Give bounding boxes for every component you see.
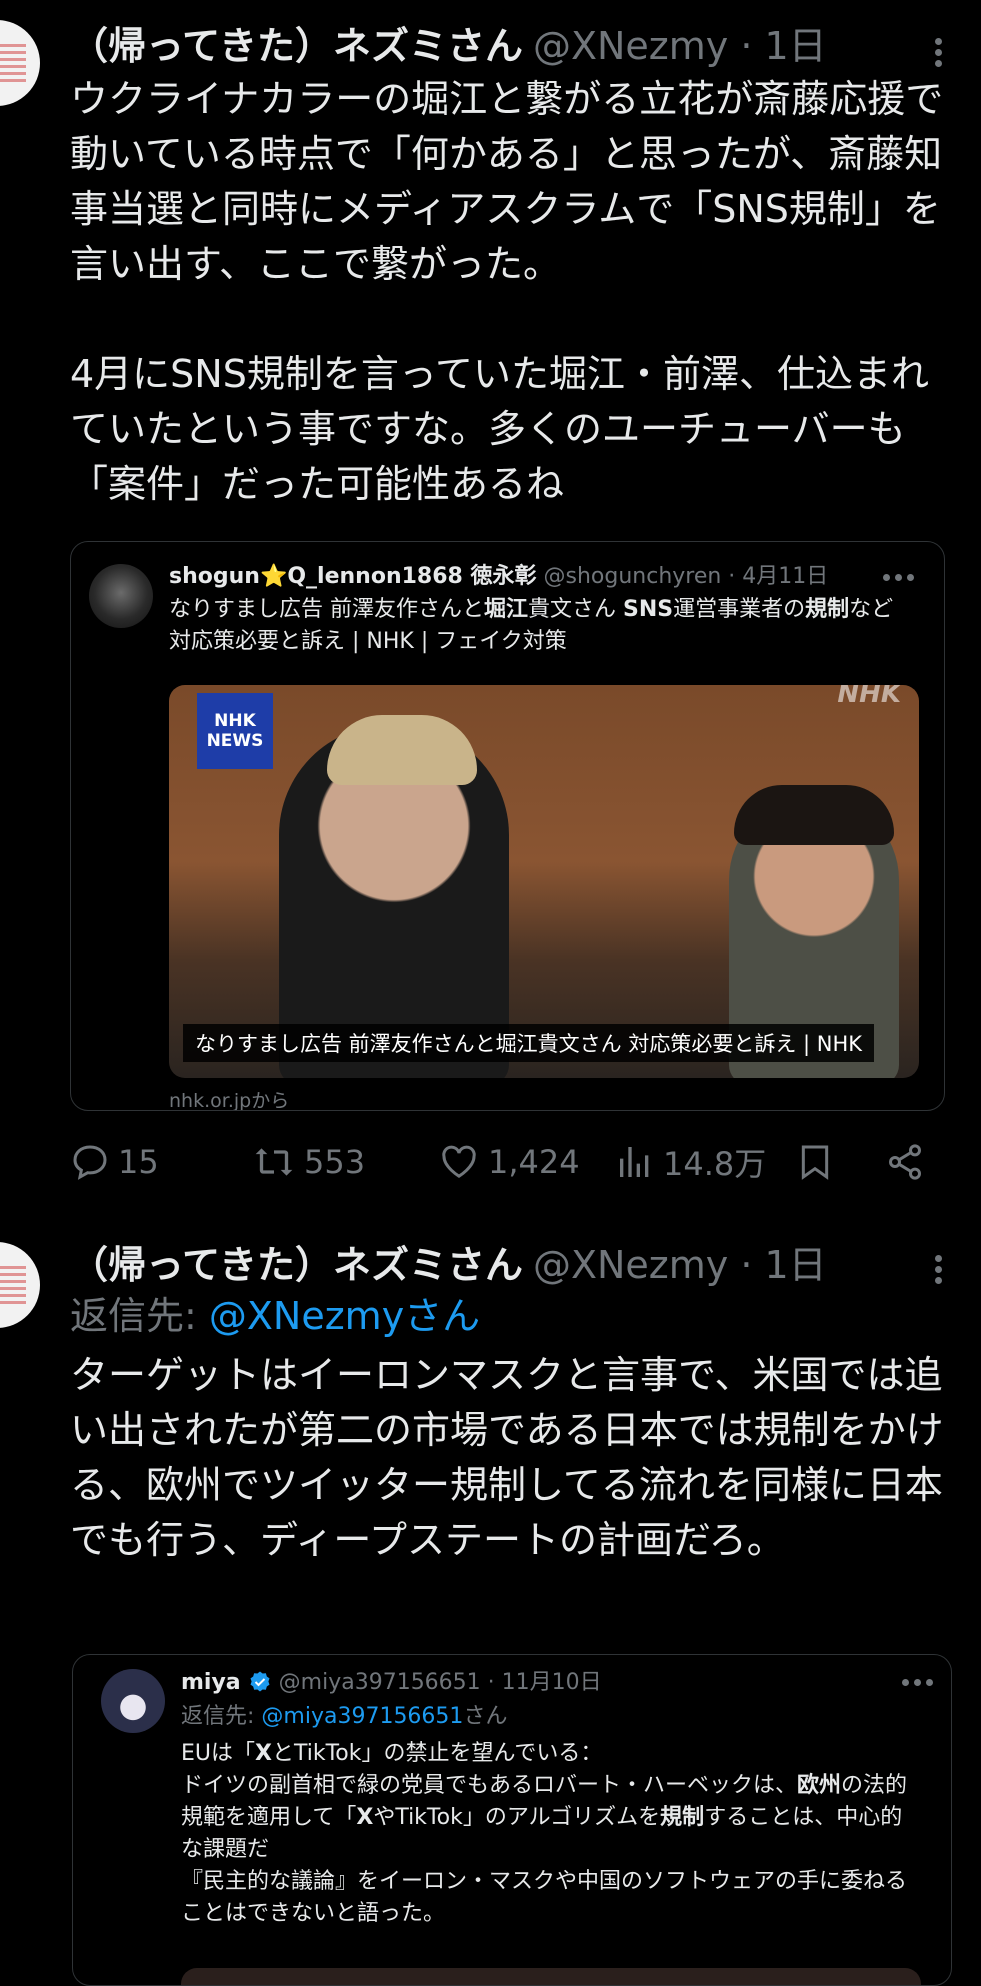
author-avatar[interactable]	[0, 1242, 40, 1328]
reply-to-link[interactable]: @XNezmyさん	[209, 1294, 480, 1338]
tweet-text: ターゲットはイーロンマスクと言事で、米国では追い出されたが第二の市場である日本で…	[70, 1353, 944, 1562]
quoted-text: なりすまし広告 前澤友作さんと堀江貴文さん SNS運営事業者の規制など対応策必要…	[169, 594, 909, 658]
like-count: 1,424	[488, 1143, 580, 1181]
views-bar-chart-icon	[620, 1147, 649, 1177]
quoted-tweet[interactable]: miya @miya397156651 · 11月10日 返信先: @miya3…	[72, 1654, 952, 1986]
more-options-icon[interactable]	[935, 34, 943, 71]
text-segment: 貴文さん	[528, 597, 624, 622]
nhk-watermark: NHK	[837, 685, 901, 709]
quoted-author-name: miya	[181, 1670, 241, 1695]
reply-count: 15	[118, 1143, 159, 1181]
heart-icon	[442, 1145, 476, 1178]
more-options-icon[interactable]	[935, 1251, 943, 1288]
text-segment: 運営事業者の	[673, 597, 806, 622]
text-segment: とTikTok」の禁止を望んでいる： ドイツの副首相で緑の党員でもあるロバート・…	[181, 1741, 798, 1798]
highlighted-term: SNS	[623, 597, 674, 622]
retweet-icon	[255, 1148, 293, 1176]
author-handle-time[interactable]: @XNezmy · 1日	[533, 24, 827, 68]
verified-badge-icon	[250, 1671, 270, 1692]
tweet-1[interactable]: （帰ってきた）ネズミさん @XNezmy · 1日 ウクライナカラーの堀江と繋がる…	[0, 0, 981, 1205]
nhk-news-logo: NHK NEWS	[197, 693, 273, 769]
like-button[interactable]: 1,424	[438, 1137, 580, 1187]
views-button[interactable]: 14.8万	[615, 1137, 766, 1187]
reply-icon	[73, 1145, 107, 1180]
author-avatar[interactable]	[0, 20, 40, 106]
text-segment: なりすまし広告 前澤友作さんと	[169, 597, 484, 622]
quoted-more-icon	[902, 1679, 933, 1686]
views-count: 14.8万	[663, 1145, 767, 1183]
text-segment: やTikTok」のアルゴリズムを	[373, 1805, 661, 1830]
quoted-tweet[interactable]: shogun⭐Q_lennon1868 徳永彰 @shogunchyren · …	[70, 541, 945, 1111]
highlighted-term: 規制	[660, 1805, 705, 1830]
quoted-media-image[interactable]: NHK NEWS NHK なりすまし広告 前澤友作さんと堀江貴文さん 対応策必要と…	[169, 685, 919, 1078]
quoted-header: shogun⭐Q_lennon1868 徳永彰 @shogunchyren · …	[169, 562, 828, 592]
highlighted-term: 規制	[805, 597, 850, 622]
person-right-hair	[734, 785, 894, 845]
tweet-header: （帰ってきた）ネズミさん @XNezmy · 1日	[70, 18, 827, 74]
quoted-text: EUは「XとTikTok」の禁止を望んでいる： ドイツの副首相で緑の党員でもある…	[181, 1738, 921, 1930]
highlighted-term: 欧州	[797, 1773, 842, 1798]
text-segment: EUは「	[181, 1741, 256, 1766]
quoted-author-handle-time: @shogunchyren · 4月11日	[543, 564, 829, 589]
author-name[interactable]: （帰ってきた）ネズミさん	[70, 1243, 523, 1287]
tweet-header: （帰ってきた）ネズミさん @XNezmy · 1日	[70, 1237, 827, 1293]
tweet-text: ウクライナカラーの堀江と繋がる立花が斎藤応援で動いている時点で「何かある」と思っ…	[70, 77, 944, 506]
author-handle-time[interactable]: @XNezmy · 1日	[533, 1243, 827, 1287]
quoted-more-icon	[883, 574, 914, 581]
quoted-author-avatar	[89, 564, 153, 628]
highlighted-term: 堀江	[484, 597, 529, 622]
quoted-media-image[interactable]	[181, 1968, 921, 1985]
highlighted-term: X	[356, 1805, 374, 1830]
retweet-button[interactable]: 553	[252, 1137, 365, 1187]
reply-button[interactable]: 15	[70, 1137, 159, 1187]
quoted-author-avatar	[101, 1669, 165, 1733]
tweet-2[interactable]: （帰ってきた）ネズミさん @XNezmy · 1日 返信先: @XNezmyさん …	[0, 1205, 981, 1986]
reply-to: 返信先: @XNezmyさん	[70, 1294, 481, 1338]
share-button[interactable]	[885, 1137, 933, 1187]
person-left-hair	[327, 715, 477, 785]
highlighted-term: X	[255, 1741, 272, 1766]
link-source[interactable]: nhk.or.jpから	[169, 1086, 289, 1110]
share-icon	[888, 1144, 922, 1180]
bookmark-button[interactable]	[795, 1137, 843, 1187]
quoted-reply-to-link[interactable]: @miya397156651	[261, 1704, 463, 1729]
author-name[interactable]: （帰ってきた）ネズミさん	[70, 24, 523, 68]
media-caption: なりすまし広告 前澤友作さんと堀江貴文さん 対応策必要と訴え | NHK	[183, 1024, 875, 1062]
bookmark-icon	[801, 1145, 829, 1180]
quoted-reply-to: 返信先: @miya397156651さん	[181, 1704, 508, 1729]
quoted-author-handle-time: @miya397156651 · 11月10日	[278, 1670, 602, 1695]
quoted-header: miya @miya397156651 · 11月10日	[181, 1668, 602, 1698]
retweet-count: 553	[304, 1143, 366, 1181]
quoted-author-name: shogun⭐Q_lennon1868 徳永彰	[169, 564, 537, 589]
tweet-actions: 15 553 1,424 14.8万	[70, 1137, 950, 1187]
